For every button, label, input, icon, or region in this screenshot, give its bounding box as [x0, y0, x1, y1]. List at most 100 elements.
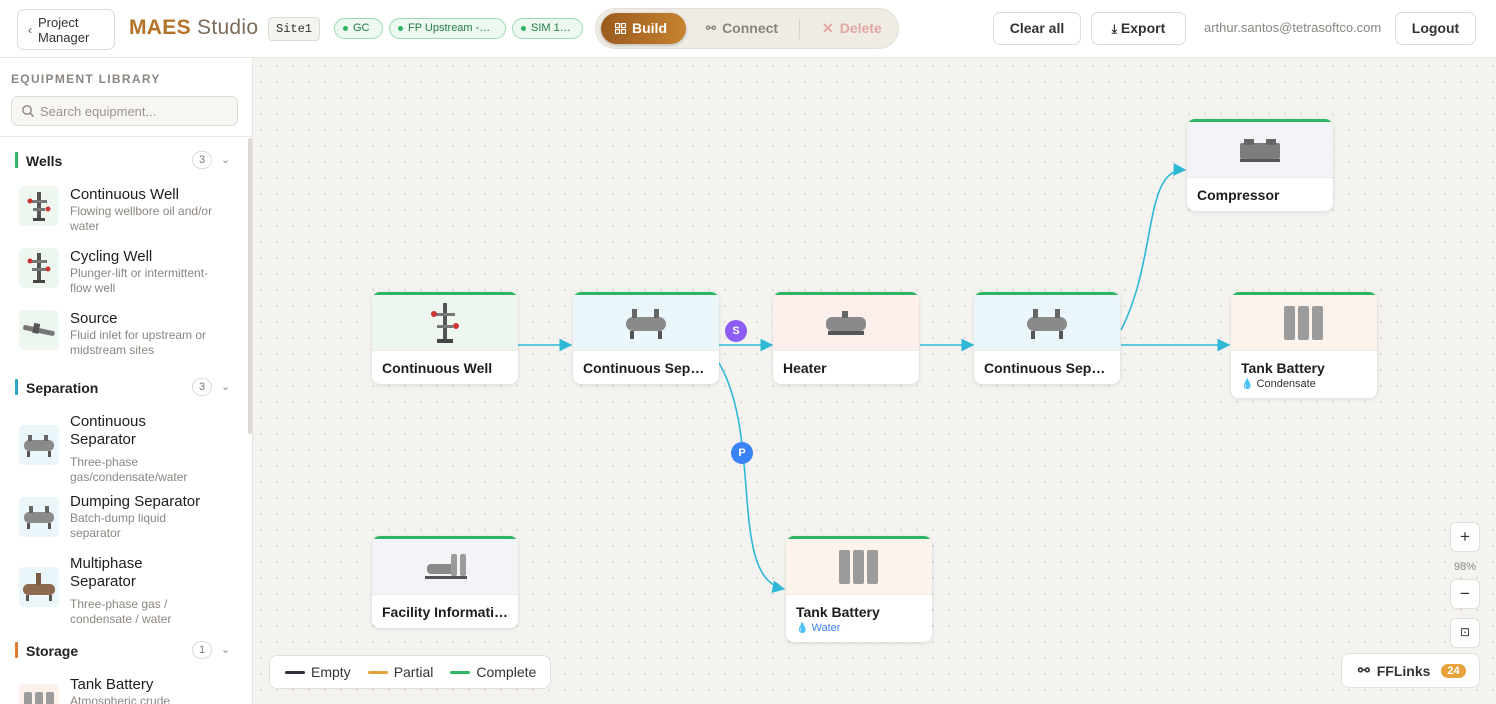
flow-canvas[interactable]: S P Continuous Well Continuous Separator…	[253, 58, 1496, 704]
library-item-source[interactable]: Source Fluid inlet for upstream or midst…	[19, 310, 239, 360]
search-input[interactable]	[40, 97, 235, 125]
node-label: Tank Battery	[796, 604, 880, 620]
mode-toggle-group: Build ⚯ Connect ✕ Delete	[595, 8, 899, 49]
category-color-bar	[15, 152, 18, 168]
item-label: Source	[70, 310, 118, 327]
top-bar: ‹ Project Manager MAES Studio Site1 GC F…	[0, 0, 1496, 58]
tank-icon	[786, 539, 932, 595]
library-item-tank-battery[interactable]: Tank Battery Atmospheric crude	[19, 676, 239, 704]
category-count: 3	[192, 378, 212, 396]
library-item-cycling-well[interactable]: Cycling Well Plunger-lift or intermitten…	[19, 248, 239, 298]
node-label: Continuous Separator	[984, 360, 1112, 376]
site-chip[interactable]: Site1	[268, 17, 321, 41]
category-wells[interactable]: Wells 3 ⌄	[15, 151, 233, 171]
node-sublabel: 💧 Water	[796, 622, 840, 634]
node-label: Compressor	[1197, 187, 1280, 203]
project-manager-button[interactable]: ‹ Project Manager	[17, 9, 115, 50]
item-desc: Flowing wellbore oil and/or water	[70, 204, 213, 233]
legend-label: Complete	[476, 664, 537, 680]
connect-mode-button[interactable]: ⚯ Connect	[692, 13, 792, 44]
node-label: Continuous Separator	[583, 360, 711, 376]
fit-view-button[interactable]: ⊡	[1450, 618, 1480, 648]
heater-icon	[773, 295, 919, 351]
status-pill-gc[interactable]: GC	[334, 18, 383, 39]
category-separation[interactable]: Separation 3 ⌄	[15, 378, 233, 398]
separator-icon	[19, 425, 59, 465]
chevron-left-icon: ‹	[28, 22, 32, 37]
library-item-continuous-separator[interactable]: Continuous Separator Three-phase gas/con…	[19, 413, 239, 484]
secondary-outlet-badge[interactable]: S	[725, 320, 747, 342]
item-label: Tank Battery	[70, 676, 154, 693]
chevron-down-icon: ⌄	[221, 644, 231, 656]
library-item-multiphase-separator[interactable]: Multiphase Separator Three-phase gas / c…	[19, 555, 239, 626]
item-label: Continuous Well	[70, 186, 179, 203]
node-continuous-separator-2[interactable]: Continuous Separator	[974, 292, 1120, 384]
node-tank-battery-water[interactable]: Tank Battery 💧 Water	[786, 536, 932, 642]
link-icon: ⚯	[706, 21, 717, 35]
status-pill-sim[interactable]: SIM 1…	[512, 18, 583, 39]
category-name: Separation	[26, 380, 99, 396]
app-brand: MAES Studio	[129, 16, 258, 40]
sidebar-scrollbar[interactable]	[248, 138, 252, 434]
build-mode-button[interactable]: Build	[601, 13, 686, 44]
tank-icon	[19, 684, 59, 704]
compressor-icon	[1187, 122, 1333, 178]
item-desc: Batch-dump liquid separator	[70, 511, 167, 540]
chevron-down-icon: ⌄	[221, 381, 231, 393]
edge-separator2-to-compressor[interactable]	[1120, 163, 1187, 331]
node-label: Continuous Well	[382, 360, 493, 376]
tank-icon	[1231, 295, 1377, 351]
chevron-down-icon: ⌄	[221, 154, 231, 166]
zoom-level: 98%	[1453, 561, 1477, 573]
delete-label: Delete	[839, 20, 882, 36]
category-color-bar	[15, 642, 18, 658]
wellhead-icon	[372, 295, 518, 351]
project-manager-label: Project Manager	[38, 14, 90, 45]
logout-button[interactable]: Logout	[1395, 12, 1476, 45]
export-button[interactable]: ⤓ Export	[1091, 12, 1186, 45]
droplet-icon: 💧	[796, 623, 809, 634]
library-item-continuous-well[interactable]: Continuous Well Flowing wellbore oil and…	[19, 186, 239, 236]
user-email: arthur.santos@tetrasoftco.com	[1204, 20, 1382, 35]
item-label: Continuous Separator	[70, 413, 146, 448]
wellhead-icon	[19, 186, 59, 226]
node-continuous-separator-1[interactable]: Continuous Separator	[573, 292, 719, 384]
primary-outlet-badge[interactable]: P	[731, 442, 753, 464]
status-pill-fp[interactable]: FP Upstream -…	[389, 18, 506, 39]
node-label: Tank Battery	[1241, 360, 1325, 376]
node-sublabel: 💧 Condensate	[1241, 378, 1316, 390]
export-label: Export	[1120, 20, 1166, 36]
node-facility-information[interactable]: Facility Information	[372, 536, 518, 628]
category-color-bar	[15, 379, 18, 395]
node-label: Heater	[783, 360, 827, 376]
node-label: Facility Information	[382, 604, 510, 620]
node-continuous-well[interactable]: Continuous Well	[372, 292, 518, 384]
item-desc: Plunger-lift or intermittent-flow well	[70, 266, 209, 295]
zoom-out-button[interactable]: −	[1450, 579, 1480, 609]
legend-swatch	[367, 670, 388, 674]
node-compressor[interactable]: Compressor	[1187, 119, 1333, 211]
category-count: 1	[192, 641, 212, 659]
clear-all-button[interactable]: Clear all	[993, 12, 1081, 45]
library-item-dumping-separator[interactable]: Dumping Separator Batch-dump liquid sepa…	[19, 493, 239, 543]
fflinks-count-badge: 24	[1441, 663, 1466, 678]
legend-label: Partial	[393, 664, 434, 680]
close-icon: ✕	[822, 20, 834, 36]
equipment-library-sidebar: EQUIPMENT LIBRARY Wells 3 ⌄ Continuous W…	[0, 58, 253, 704]
separator-icon	[19, 567, 59, 607]
grid-icon	[615, 23, 626, 34]
zoom-in-button[interactable]: +	[1450, 522, 1480, 552]
mode-divider	[799, 19, 800, 39]
category-storage[interactable]: Storage 1 ⌄	[15, 641, 233, 661]
delete-mode-button[interactable]: ✕ Delete	[808, 13, 896, 44]
node-heater[interactable]: Heater	[773, 292, 919, 384]
edge-separator-to-tank-water[interactable]	[718, 362, 786, 594]
category-count: 3	[192, 151, 212, 169]
brand-main: MAES	[129, 16, 191, 39]
sublabel-text: Water	[811, 622, 841, 634]
item-desc: Atmospheric crude	[70, 694, 171, 704]
node-tank-battery-condensate[interactable]: Tank Battery 💧 Condensate	[1231, 292, 1377, 398]
library-title: EQUIPMENT LIBRARY	[11, 72, 161, 86]
download-icon: ⤓	[1111, 22, 1118, 36]
fflinks-button[interactable]: ⚯ FFLinks 24	[1341, 653, 1480, 688]
